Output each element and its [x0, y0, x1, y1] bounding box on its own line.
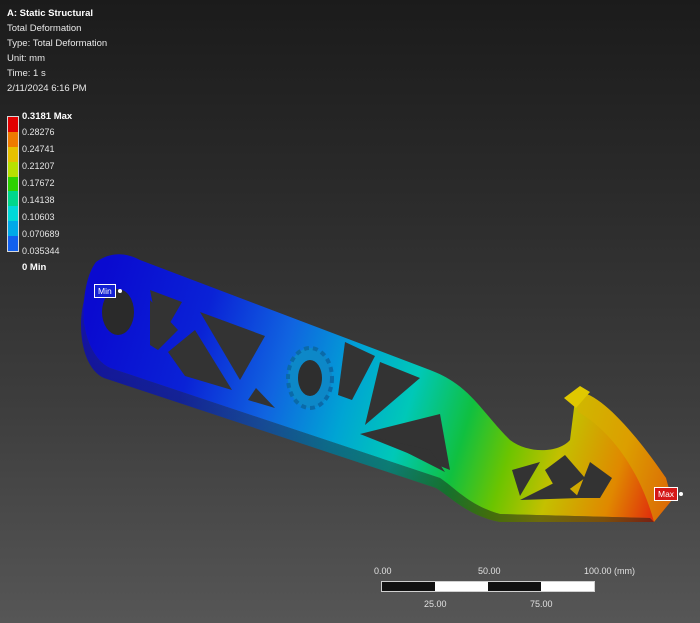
scale-segment — [382, 582, 435, 591]
scale-label-0: 0.00 — [374, 566, 392, 576]
scale-bar — [381, 581, 595, 592]
deformation-model[interactable] — [0, 0, 700, 623]
scale-label-75: 75.00 — [530, 599, 553, 609]
scale-segment — [488, 582, 541, 591]
scale-ruler: 0.00 50.00 100.00 (mm) 25.00 75.00 — [372, 566, 636, 616]
scale-segment — [541, 582, 594, 591]
min-marker[interactable]: Min — [94, 284, 116, 298]
max-marker[interactable]: Max — [654, 487, 679, 501]
max-probe-point — [679, 492, 683, 496]
hub-feature — [286, 346, 334, 410]
scale-label-25: 25.00 — [424, 599, 447, 609]
min-probe-point — [118, 289, 122, 293]
scale-label-100: 100.00 (mm) — [584, 566, 636, 576]
scale-label-50: 50.00 — [478, 566, 501, 576]
scale-segment — [435, 582, 488, 591]
